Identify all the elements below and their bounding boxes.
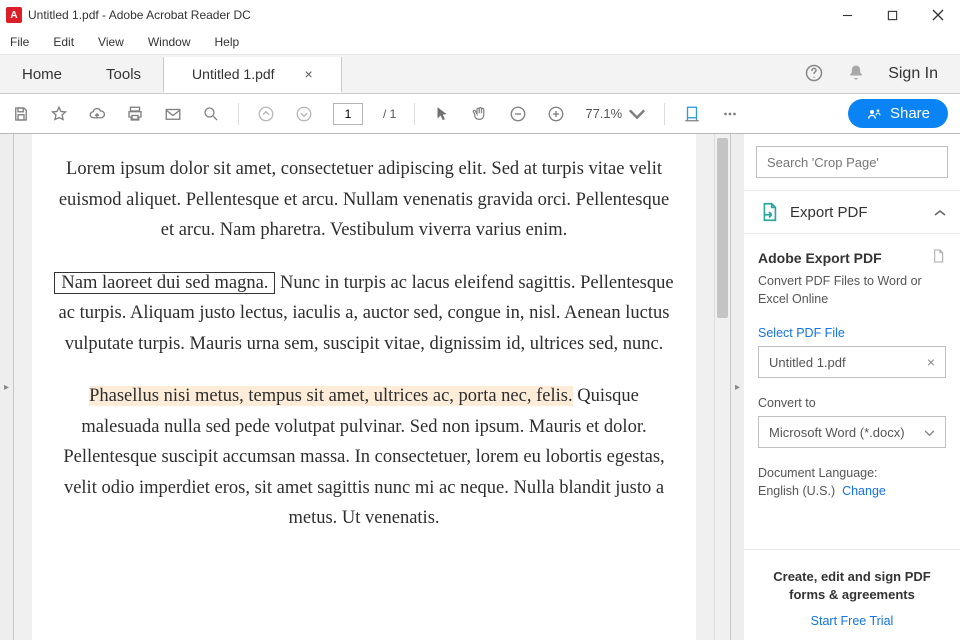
- paragraph-2: Nam laoreet dui sed magna. Nunc in turpi…: [54, 268, 674, 360]
- menu-window[interactable]: Window: [144, 33, 195, 51]
- page-down-icon[interactable]: [295, 105, 313, 123]
- clear-file-icon[interactable]: ×: [927, 354, 935, 370]
- page-input[interactable]: [333, 103, 363, 125]
- more-icon[interactable]: [721, 105, 739, 123]
- print-icon[interactable]: [126, 105, 144, 123]
- document-area: Lorem ipsum dolor sit amet, consectetuer…: [14, 134, 730, 640]
- search-icon[interactable]: [202, 105, 220, 123]
- doc-small-icon: [930, 248, 946, 267]
- export-subtitle: Convert PDF Files to Word or Excel Onlin…: [758, 273, 946, 308]
- convert-to-value: Microsoft Word (*.docx): [769, 425, 905, 440]
- promo-text: Create, edit and sign PDF forms & agreem…: [758, 568, 946, 604]
- scrollbar-thumb[interactable]: [717, 138, 728, 318]
- zoom-out-icon[interactable]: [509, 105, 527, 123]
- app-icon: A: [6, 7, 22, 23]
- maximize-button[interactable]: [870, 0, 915, 30]
- tab-tools[interactable]: Tools: [84, 55, 163, 93]
- search-input[interactable]: [756, 146, 948, 178]
- zoom-in-icon[interactable]: [547, 105, 565, 123]
- promo-cta-link[interactable]: Start Free Trial: [758, 614, 946, 628]
- menu-help[interactable]: Help: [211, 33, 244, 51]
- fit-width-icon[interactable]: [683, 105, 701, 123]
- vertical-scrollbar[interactable]: [714, 134, 730, 640]
- toolbar: / 1 77.1% Share: [0, 94, 960, 134]
- title-bar: A Untitled 1.pdf - Adobe Acrobat Reader …: [0, 0, 960, 30]
- paragraph-1: Lorem ipsum dolor sit amet, consectetuer…: [54, 154, 674, 246]
- chevron-up-icon[interactable]: [934, 205, 946, 220]
- share-button[interactable]: Share: [848, 99, 948, 128]
- menu-bar: File Edit View Window Help: [0, 30, 960, 54]
- page-count: / 1: [383, 107, 396, 121]
- page-up-icon[interactable]: [257, 105, 275, 123]
- selected-file-field[interactable]: Untitled 1.pdf ×: [758, 346, 946, 378]
- minimize-button[interactable]: [825, 0, 870, 30]
- convert-to-dropdown[interactable]: Microsoft Word (*.docx): [758, 416, 946, 448]
- convert-to-label: Convert to: [758, 396, 946, 410]
- selected-file-name: Untitled 1.pdf: [769, 355, 846, 370]
- change-language-link[interactable]: Change: [842, 484, 886, 498]
- annotation-box[interactable]: Nam laoreet dui sed magna.: [54, 272, 275, 294]
- menu-edit[interactable]: Edit: [49, 33, 78, 51]
- window-title: Untitled 1.pdf - Adobe Acrobat Reader DC: [28, 8, 251, 22]
- tab-close-icon[interactable]: ×: [305, 66, 313, 82]
- menu-view[interactable]: View: [94, 33, 128, 51]
- chevron-down-icon: [924, 425, 935, 440]
- zoom-dropdown[interactable]: 77.1%: [585, 105, 646, 123]
- export-pdf-title: Export PDF: [790, 204, 924, 221]
- left-panel-toggle[interactable]: ▸: [0, 134, 14, 640]
- doc-language-label: Document Language:: [758, 466, 946, 480]
- promo-box: Create, edit and sign PDF forms & agreem…: [744, 549, 960, 640]
- cloud-upload-icon[interactable]: [88, 105, 106, 123]
- hand-icon[interactable]: [471, 105, 489, 123]
- doc-language-value: English (U.S.): [758, 484, 835, 498]
- save-icon[interactable]: [12, 105, 30, 123]
- paragraph-3: Phasellus nisi metus, tempus sit amet, u…: [54, 381, 674, 534]
- pointer-icon[interactable]: [433, 105, 451, 123]
- page: Lorem ipsum dolor sit amet, consectetuer…: [32, 134, 696, 640]
- tools-panel: Export PDF Adobe Export PDF Convert PDF …: [744, 134, 960, 640]
- share-label: Share: [890, 105, 930, 122]
- tab-document[interactable]: Untitled 1.pdf ×: [163, 57, 342, 93]
- help-icon[interactable]: [804, 63, 824, 86]
- tab-document-label: Untitled 1.pdf: [192, 66, 275, 82]
- close-button[interactable]: [915, 0, 960, 30]
- tab-row: Home Tools Untitled 1.pdf × Sign In: [0, 54, 960, 94]
- bell-icon[interactable]: [846, 63, 866, 86]
- export-heading: Adobe Export PDF: [758, 250, 882, 266]
- export-pdf-tool-header[interactable]: Export PDF: [744, 190, 960, 234]
- menu-file[interactable]: File: [6, 33, 33, 51]
- star-icon[interactable]: [50, 105, 68, 123]
- export-pdf-icon: [758, 201, 780, 223]
- right-panel-toggle[interactable]: ▸: [730, 134, 744, 640]
- zoom-value: 77.1%: [585, 106, 622, 121]
- mail-icon[interactable]: [164, 105, 182, 123]
- sign-in-button[interactable]: Sign In: [888, 65, 938, 83]
- tab-home[interactable]: Home: [0, 55, 84, 93]
- select-file-label[interactable]: Select PDF File: [758, 326, 946, 340]
- annotation-highlight[interactable]: Phasellus nisi metus, tempus sit amet, u…: [89, 386, 572, 406]
